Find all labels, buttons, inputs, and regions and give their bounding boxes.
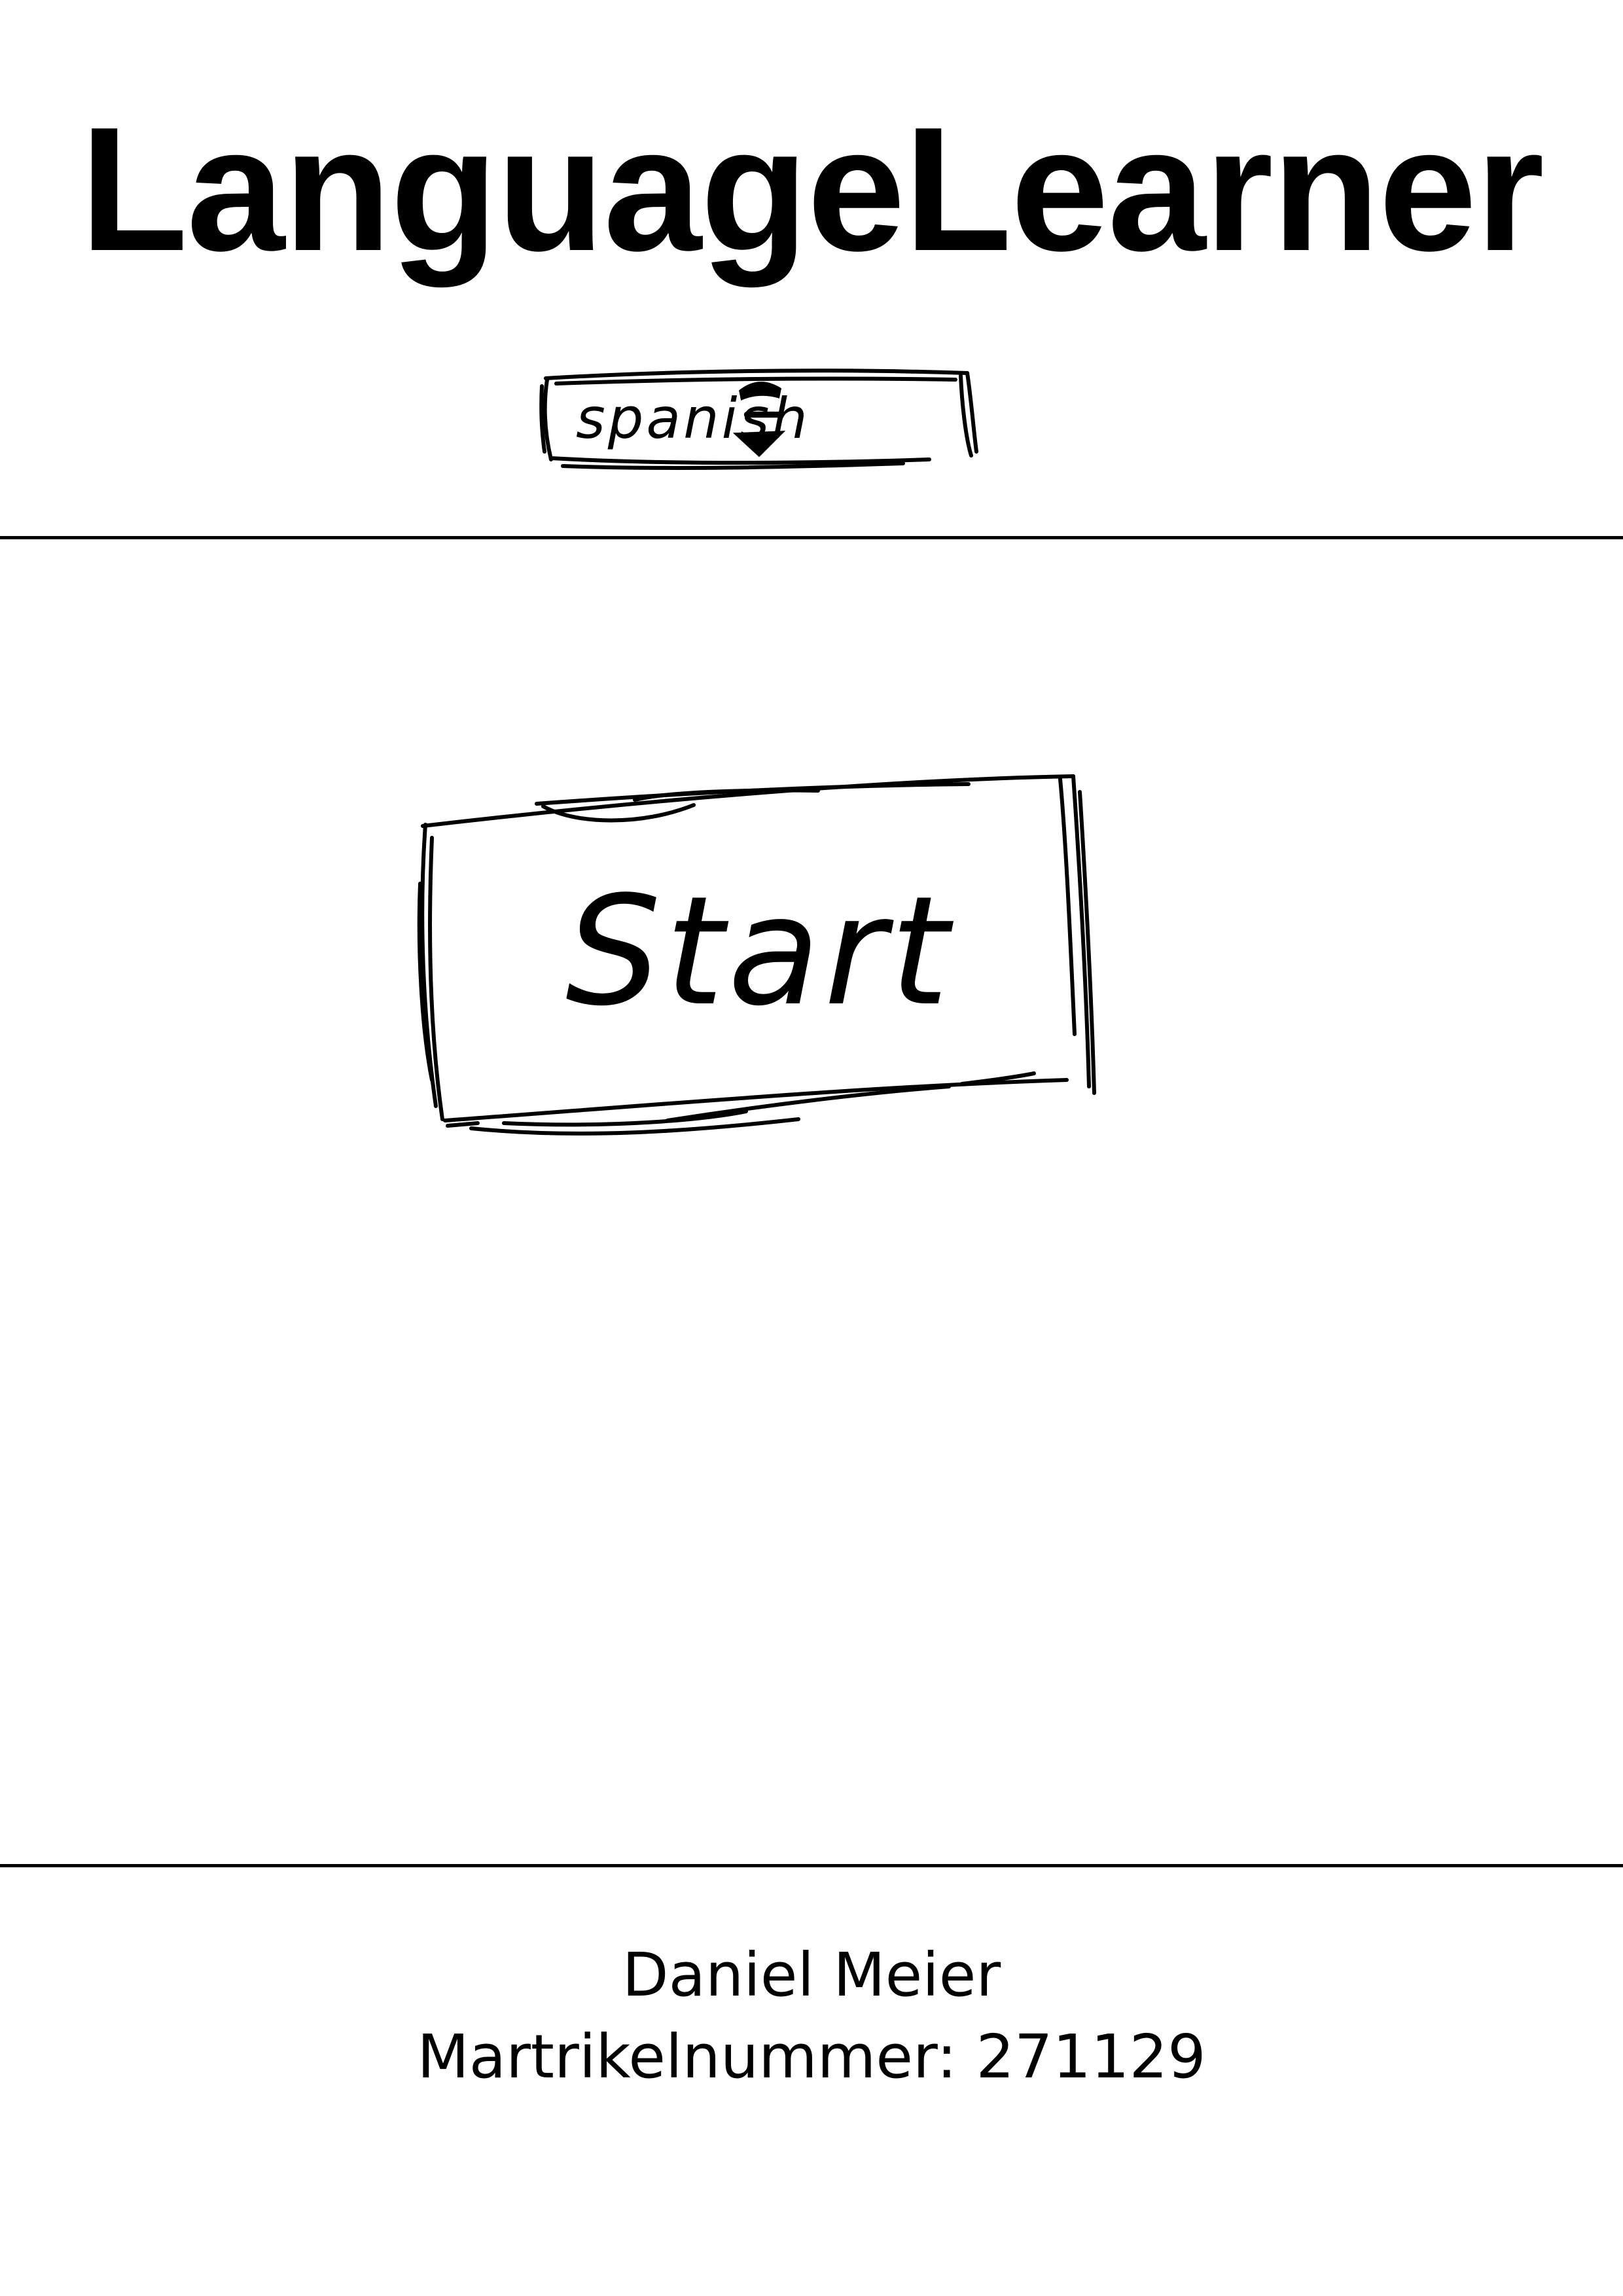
start-button-label: Start — [565, 865, 953, 1039]
student-id: Martrikelnummer: 271129 — [417, 2022, 1206, 2092]
header-divider — [0, 536, 1623, 539]
language-select[interactable]: spanish — [537, 360, 982, 471]
footer: Daniel Meier Martrikelnummer: 271129 — [0, 1934, 1623, 2098]
stepper-arrows-icon — [732, 382, 786, 457]
author-name: Daniel Meier — [622, 1940, 1001, 2010]
footer-divider — [0, 1864, 1623, 1867]
app-title: LanguageLearner — [80, 91, 1544, 288]
start-button[interactable]: Start — [406, 753, 1113, 1158]
